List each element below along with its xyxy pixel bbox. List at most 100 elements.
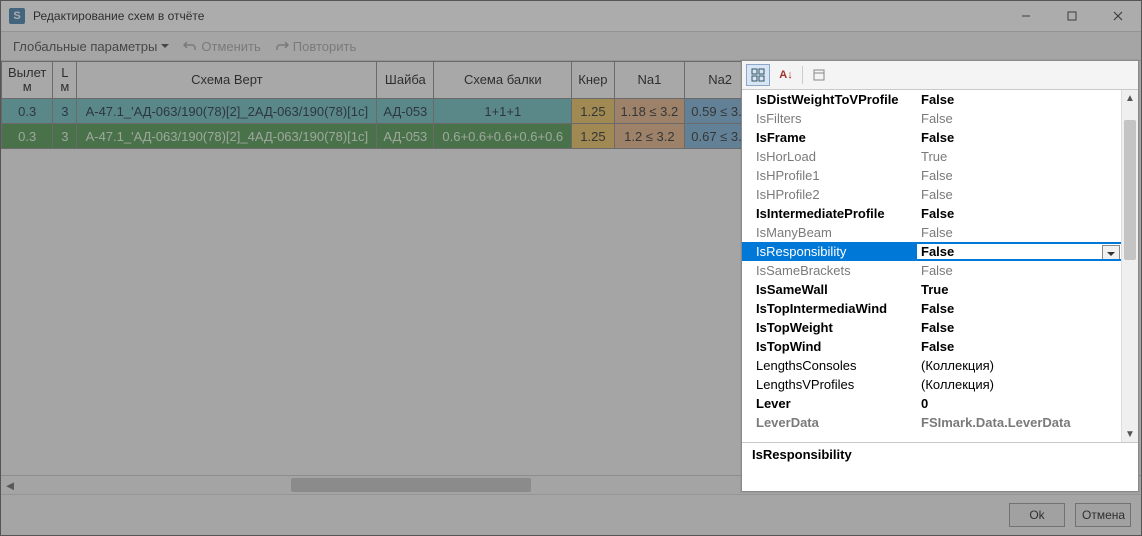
- property-row[interactable]: IsResponsibilityFalse: [742, 242, 1122, 261]
- property-row[interactable]: IsHProfile2False: [742, 185, 1122, 204]
- global-params-menu[interactable]: Глобальные параметры: [7, 37, 175, 56]
- property-value[interactable]: False: [917, 92, 1122, 107]
- property-name: IsTopWeight: [742, 320, 917, 335]
- global-params-label: Глобальные параметры: [13, 39, 157, 54]
- col-vylet[interactable]: Вылет м: [2, 62, 53, 99]
- property-value[interactable]: (Коллекция): [917, 377, 1122, 392]
- property-row[interactable]: LengthsConsoles(Коллекция): [742, 356, 1122, 375]
- property-name: IsResponsibility: [742, 244, 917, 259]
- property-pages-button[interactable]: [807, 64, 831, 86]
- cell-lm[interactable]: 3: [53, 124, 77, 149]
- cell-kner[interactable]: 1.25: [572, 99, 614, 124]
- close-button[interactable]: [1095, 1, 1141, 31]
- property-vertical-scrollbar[interactable]: ▲ ▼: [1121, 90, 1138, 442]
- property-value[interactable]: False: [917, 187, 1122, 202]
- property-name: IsTopIntermediaWind: [742, 301, 917, 316]
- property-value[interactable]: False: [917, 339, 1122, 354]
- property-name: Lever: [742, 396, 917, 411]
- toolbar: Глобальные параметры Отменить Повторить: [1, 32, 1141, 61]
- property-value[interactable]: (Коллекция): [917, 358, 1122, 373]
- dropdown-button[interactable]: [1102, 245, 1120, 259]
- property-row[interactable]: IsFrameFalse: [742, 128, 1122, 147]
- property-row[interactable]: IsFiltersFalse: [742, 109, 1122, 128]
- property-row[interactable]: IsTopWeightFalse: [742, 318, 1122, 337]
- property-value[interactable]: False: [917, 206, 1122, 221]
- ok-button[interactable]: Ok: [1009, 503, 1065, 527]
- property-value[interactable]: False: [917, 225, 1122, 240]
- titlebar: S Редактирование схем в отчёте: [1, 1, 1141, 32]
- cell-vylet[interactable]: 0.3: [2, 99, 53, 124]
- redo-button[interactable]: Повторить: [269, 37, 362, 56]
- table-row[interactable]: 0.33А-47.1_'АД-063/190(78)[2]_4АД-063/19…: [2, 124, 756, 149]
- property-value[interactable]: FSImark.Data.LeverData: [917, 415, 1122, 430]
- cell-vylet[interactable]: 0.3: [2, 124, 53, 149]
- scroll-up-arrow[interactable]: ▲: [1122, 90, 1138, 106]
- col-lm[interactable]: L м: [53, 62, 77, 99]
- cell-kner[interactable]: 1.25: [572, 124, 614, 149]
- categorized-button[interactable]: [746, 64, 770, 86]
- cancel-button[interactable]: Отмена: [1075, 503, 1131, 527]
- property-value[interactable]: False: [917, 263, 1122, 278]
- property-name: IsTopWind: [742, 339, 917, 354]
- dialog-footer: Ok Отмена: [1, 494, 1141, 535]
- col-beam[interactable]: Схема балки: [434, 62, 572, 99]
- cell-shaiba[interactable]: АД-053: [377, 99, 434, 124]
- property-row[interactable]: IsSameWallTrue: [742, 280, 1122, 299]
- property-name: LengthsConsoles: [742, 358, 917, 373]
- property-row[interactable]: IsManyBeamFalse: [742, 223, 1122, 242]
- chevron-down-icon: [1107, 252, 1115, 256]
- col-na1[interactable]: Na1: [614, 62, 685, 99]
- property-row[interactable]: LeverDataFSImark.Data.LeverData: [742, 413, 1122, 432]
- property-body: IsDistWeightToVProfileFalseIsFiltersFals…: [742, 90, 1138, 442]
- property-row[interactable]: IsTopIntermediaWindFalse: [742, 299, 1122, 318]
- property-value[interactable]: False: [917, 130, 1122, 145]
- property-row[interactable]: Lever0: [742, 394, 1122, 413]
- property-row[interactable]: IsDistWeightToVProfileFalse: [742, 90, 1122, 109]
- property-value[interactable]: 0: [917, 396, 1122, 411]
- property-name: IsSameWall: [742, 282, 917, 297]
- undo-button[interactable]: Отменить: [177, 37, 266, 56]
- maximize-button[interactable]: [1049, 1, 1095, 31]
- property-value[interactable]: False: [917, 168, 1122, 183]
- window-title: Редактирование схем в отчёте: [33, 9, 1003, 23]
- property-name: IsManyBeam: [742, 225, 917, 240]
- scroll-thumb[interactable]: [1124, 120, 1136, 260]
- property-value[interactable]: True: [917, 149, 1122, 164]
- cell-beam_scheme[interactable]: 1+1+1: [434, 99, 572, 124]
- property-row[interactable]: IsHorLoadTrue: [742, 147, 1122, 166]
- property-name: IsFrame: [742, 130, 917, 145]
- minimize-button[interactable]: [1003, 1, 1049, 31]
- scroll-left-arrow[interactable]: ◄: [1, 476, 19, 494]
- property-row[interactable]: IsSameBracketsFalse: [742, 261, 1122, 280]
- property-name: IsDistWeightToVProfile: [742, 92, 917, 107]
- property-value[interactable]: True: [917, 282, 1122, 297]
- cell-vert_scheme[interactable]: А-47.1_'АД-063/190(78)[2]_4АД-063/190(78…: [77, 124, 377, 149]
- table-row[interactable]: 0.33А-47.1_'АД-063/190(78)[2]_2АД-063/19…: [2, 99, 756, 124]
- property-row[interactable]: IsIntermediateProfileFalse: [742, 204, 1122, 223]
- property-value[interactable]: False: [917, 111, 1122, 126]
- property-name: LengthsVProfiles: [742, 377, 917, 392]
- scroll-down-arrow[interactable]: ▼: [1122, 426, 1138, 442]
- col-kner[interactable]: Кнер: [572, 62, 614, 99]
- cell-na1[interactable]: 1.2 ≤ 3.2: [614, 124, 685, 149]
- alphabetical-button[interactable]: A↓: [774, 64, 798, 86]
- property-value[interactable]: False: [917, 301, 1122, 316]
- property-description: IsResponsibility: [742, 442, 1138, 491]
- cell-lm[interactable]: 3: [53, 99, 77, 124]
- cell-shaiba[interactable]: АД-053: [377, 124, 434, 149]
- col-vert[interactable]: Схема Верт: [77, 62, 377, 99]
- property-row[interactable]: LengthsVProfiles(Коллекция): [742, 375, 1122, 394]
- property-row[interactable]: IsTopWindFalse: [742, 337, 1122, 356]
- app-icon: S: [9, 8, 25, 24]
- cell-na1[interactable]: 1.18 ≤ 3.2: [614, 99, 685, 124]
- schema-grid[interactable]: Вылет м L м Схема Верт Шайба Схема балки…: [1, 61, 756, 149]
- property-value[interactable]: False: [917, 320, 1122, 335]
- cell-vert_scheme[interactable]: А-47.1_'АД-063/190(78)[2]_2АД-063/190(78…: [77, 99, 377, 124]
- property-name: IsHProfile1: [742, 168, 917, 183]
- property-row[interactable]: IsHProfile1False: [742, 166, 1122, 185]
- cell-beam_scheme[interactable]: 0.6+0.6+0.6+0.6+0.6: [434, 124, 572, 149]
- scroll-thumb[interactable]: [291, 478, 531, 492]
- property-list[interactable]: IsDistWeightToVProfileFalseIsFiltersFals…: [742, 90, 1122, 442]
- col-shaiba[interactable]: Шайба: [377, 62, 434, 99]
- property-value[interactable]: False: [917, 244, 1122, 259]
